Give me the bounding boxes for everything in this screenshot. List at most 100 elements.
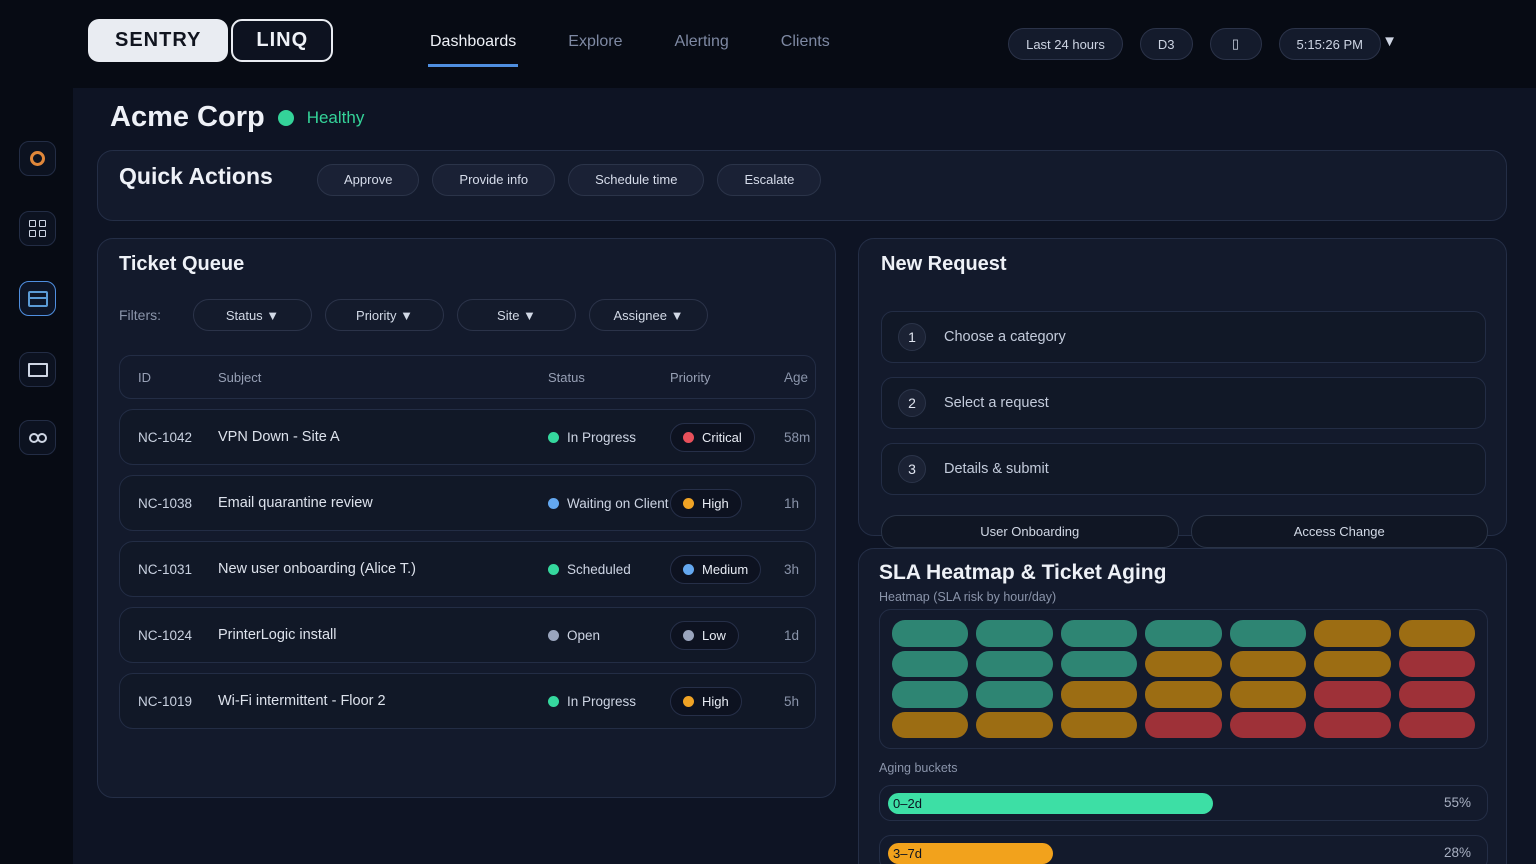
status-dot (548, 696, 559, 707)
table-row[interactable]: NC-1042VPN Down - Site AIn ProgressCriti… (119, 409, 816, 465)
step-number: 2 (898, 389, 926, 417)
heatmap-cell (1314, 651, 1390, 678)
heatmap-cell (976, 681, 1052, 708)
ticket-filters: Filters: Status ▼Priority ▼Site ▼Assigne… (119, 299, 708, 331)
step-label: Choose a category (944, 329, 1066, 345)
status-dot (548, 498, 559, 509)
heatmap-cell (892, 620, 968, 647)
ticket-priority-cell: High (670, 489, 784, 518)
clock-pill[interactable]: 5:15:26 PM (1279, 28, 1382, 60)
column-header-status: Status (548, 370, 670, 385)
request-step-3[interactable]: 3Details & submit (881, 443, 1486, 495)
column-header-age: Age (784, 370, 808, 385)
tab-dashboards[interactable]: Dashboards (428, 27, 518, 67)
table-row[interactable]: NC-1038Email quarantine reviewWaiting on… (119, 475, 816, 531)
heatmap-cell (976, 620, 1052, 647)
quick-actions-buttons: Approve Provide info Schedule time Escalate (317, 164, 821, 196)
heatmap-cell (1145, 681, 1221, 708)
heatmap-cell (1399, 712, 1475, 739)
sidebar-item-ticket-board[interactable] (19, 281, 56, 316)
heatmap-cell (1399, 651, 1475, 678)
provide-info-button[interactable]: Provide info (432, 164, 555, 196)
ticket-age: 1d (784, 628, 799, 643)
heatmap-cell (1145, 620, 1221, 647)
sidebar-item-window[interactable] (19, 352, 56, 387)
filter-dropdowns: Status ▼ Priority ▼ Site ▼ Assignee ▼ (193, 299, 708, 331)
ticket-status: In Progress (548, 694, 670, 709)
request-step-2[interactable]: 2Select a request (881, 377, 1486, 429)
priority-dot (683, 498, 694, 509)
ticket-subject: Wi-Fi intermittent - Floor 2 (218, 693, 548, 709)
aging-buckets: 0–2d55%3–7d28% (879, 785, 1488, 864)
filter-status[interactable]: Status ▼ (193, 299, 312, 331)
heatmap-cell (976, 712, 1052, 739)
aging-bar: 3–7d (888, 843, 1053, 864)
filter-assignee[interactable]: Assignee ▼ (589, 299, 708, 331)
priority-badge: High (670, 687, 742, 716)
ticket-subject: New user onboarding (Alice T.) (218, 561, 548, 577)
heatmap-cell (892, 651, 968, 678)
ticket-status: Waiting on Client (548, 496, 670, 511)
main-content: Acme Corp Healthy Quick Actions ApproveP… (73, 88, 1536, 864)
placeholder-glyph-pill[interactable]: ▯ (1210, 28, 1262, 60)
heatmap-cell (1145, 651, 1221, 678)
filter-priority[interactable]: Priority ▼ (325, 299, 444, 331)
status-dot (548, 630, 559, 641)
access-change-button[interactable]: Access Change (1191, 515, 1489, 548)
ticket-status: In Progress (548, 430, 670, 445)
priority-badge: High (670, 489, 742, 518)
request-step-1[interactable]: 1 Choose a category (881, 311, 1486, 363)
step-number: 1 (898, 323, 926, 351)
priority-badge: Critical (670, 423, 755, 452)
tab-clients[interactable]: Clients (779, 27, 832, 67)
status-dot (548, 564, 559, 575)
status-dot (548, 432, 559, 443)
column-header-id: ID (138, 370, 218, 385)
escalate-button[interactable]: Escalate (717, 164, 821, 196)
d3-pill[interactable]: D3 (1140, 28, 1193, 60)
schedule-time-button[interactable]: Schedule time (568, 164, 704, 196)
sidebar-item-automation-loop[interactable] (19, 420, 56, 455)
heatmap-cell (1061, 651, 1137, 678)
table-row[interactable]: NC-1019Wi-Fi intermittent - Floor 2In Pr… (119, 673, 816, 729)
health-status-label: Healthy (307, 108, 365, 128)
tab-alerting[interactable]: Alerting (673, 27, 731, 67)
ticket-age: 3h (784, 562, 799, 577)
quick-actions-title: Quick Actions (119, 163, 317, 190)
request-steps: 1 Choose a category 2Select a request 3Deta… (881, 311, 1486, 495)
approve-button[interactable]: Approve (317, 164, 419, 196)
priority-badge: Medium (670, 555, 761, 584)
ticket-id: NC-1024 (138, 628, 218, 643)
heatmap-cell (1314, 681, 1390, 708)
aging-buckets-label: Aging buckets (879, 761, 958, 775)
aging-bar: 0–2d (888, 793, 1213, 814)
ticket-id: NC-1019 (138, 694, 218, 709)
health-status-dot (278, 110, 294, 126)
step-label: Details & submit (944, 461, 1049, 477)
heatmap-cell (1230, 620, 1306, 647)
ticket-queue-panel: Ticket Queue Filters: Status ▼Priority ▼… (97, 238, 836, 798)
heatmap-cell (892, 712, 968, 739)
aging-bucket-percent: 55% (1444, 795, 1471, 810)
heatmap-cell (1061, 620, 1137, 647)
linq-logo: LINQ (231, 19, 333, 62)
sidebar-item-status-ring[interactable] (19, 141, 56, 176)
ring-icon (30, 151, 45, 166)
filter-site[interactable]: Site ▼ (457, 299, 576, 331)
new-request-panel: New Request 1 Choose a category 2Select a … (858, 238, 1507, 536)
heatmap-cell (1145, 712, 1221, 739)
tab-explore[interactable]: Explore (566, 27, 624, 67)
priority-dot (683, 696, 694, 707)
new-request-title: New Request (881, 253, 1007, 276)
table-row[interactable]: NC-1031New user onboarding (Alice T.)Sch… (119, 541, 816, 597)
heatmap-cell (1061, 712, 1137, 739)
user-onboarding-button[interactable]: User Onboarding (881, 515, 1179, 548)
msp-dashboard-screen: SENTRY LINQ DashboardsExploreAlertingCli… (0, 0, 1536, 864)
heatmap-cell (1314, 712, 1390, 739)
ticket-age: 1h (784, 496, 799, 511)
ticket-subject: Email quarantine review (218, 495, 548, 511)
time-range-pill[interactable]: Last 24 hours (1008, 28, 1123, 60)
chevron-down-icon[interactable]: ▼ (1382, 33, 1397, 50)
sidebar-item-apps-grid[interactable] (19, 211, 56, 246)
table-row[interactable]: NC-1024PrinterLogic installOpenLow1d (119, 607, 816, 663)
